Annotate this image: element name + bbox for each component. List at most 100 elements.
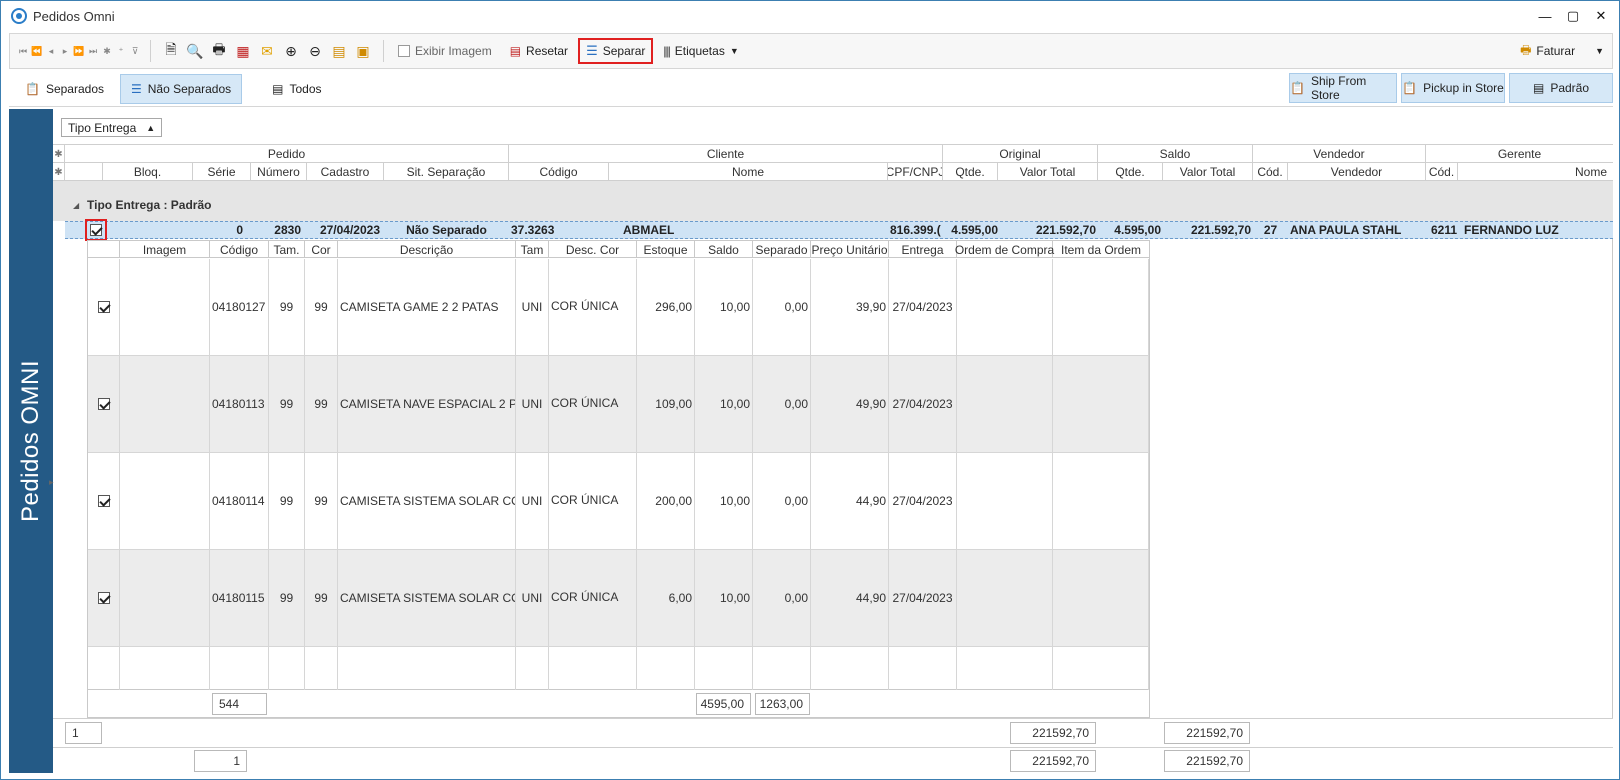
col-saldo-valor[interactable]: Valor Total — [1163, 163, 1253, 181]
tab-not-separated[interactable]: ☰ Não Separados — [120, 73, 243, 104]
col-serie[interactable]: Série — [193, 163, 251, 181]
item-saldo: 10,00 — [695, 453, 753, 549]
filter-toolbar: 📋 Separados ☰ Não Separados ▤ Todos 📋 Sh… — [9, 71, 1613, 107]
item-row-partial[interactable] — [88, 647, 1149, 691]
item-tam: 99 — [269, 550, 305, 646]
col-saldo-qtde[interactable]: Qtde. — [1098, 163, 1163, 181]
item-checkbox[interactable] — [88, 550, 120, 646]
edit-record-icon[interactable]: ⁺ — [114, 43, 128, 59]
items-header-row: Imagem Código Tam. Cor Descrição Tam Des… — [88, 241, 1150, 258]
show-image-toggle[interactable]: Exibir Imagem — [392, 38, 498, 64]
zoom-in-icon[interactable]: ⊕ — [280, 40, 302, 62]
item-preco: 44,90 — [811, 550, 889, 646]
items-col-entrega[interactable]: Entrega — [889, 241, 957, 258]
tab-all[interactable]: ▤ Todos — [262, 74, 331, 104]
col-sit-separacao[interactable]: Sit. Separação — [384, 163, 509, 181]
first-page-icon[interactable]: ⏮ — [16, 43, 30, 59]
item-cor: 99 — [305, 453, 338, 549]
email-icon[interactable]: ✉ — [256, 40, 278, 62]
item-row[interactable]: 04180113 99 99 CAMISETA NAVE ESPACIAL 2 … — [88, 356, 1149, 453]
items-col-preco[interactable]: Preço Unitário — [811, 241, 889, 258]
items-col-descricao[interactable]: Descrição — [338, 241, 516, 258]
items-col-imagem[interactable]: Imagem — [120, 241, 210, 258]
minimize-button[interactable]: — — [1531, 4, 1559, 28]
item-checkbox[interactable] — [88, 453, 120, 549]
order-select-checkbox[interactable] — [85, 219, 107, 241]
default-view-button[interactable]: ▤ Padrão — [1509, 73, 1613, 103]
labels-dropdown[interactable]: ||| Etiquetas ▼ — [657, 38, 744, 64]
col-vendedor-cod[interactable]: Cód. — [1253, 163, 1288, 181]
col-select[interactable] — [65, 163, 103, 181]
col-gerente-cod[interactable]: Cód. — [1426, 163, 1458, 181]
properties-icon[interactable]: 🗎 — [160, 40, 182, 62]
invoice-dropdown-icon[interactable]: ▼ — [1595, 46, 1604, 56]
next-page-icon[interactable]: ⏩ — [72, 43, 86, 59]
col-cliente-codigo[interactable]: Código — [509, 163, 609, 181]
export-icon[interactable]: ▦ — [232, 40, 254, 62]
items-col-saldo[interactable]: Saldo — [695, 241, 753, 258]
col-vendedor-nome[interactable]: Vendedor — [1288, 163, 1426, 181]
invoice-button[interactable]: 🖶 Faturar — [1514, 38, 1581, 64]
expand-panel-icon[interactable]: ▸ — [49, 477, 54, 488]
items-col-codigo[interactable]: Código — [210, 241, 269, 258]
collapse-group-icon[interactable]: ◢ — [73, 201, 79, 210]
col-numero[interactable]: Número — [251, 163, 307, 181]
items-summary-footer: 544 4595,00 1263,00 — [87, 690, 1150, 718]
item-checkbox[interactable] — [88, 356, 120, 452]
group-by-chip[interactable]: Tipo Entrega ▲ — [61, 118, 163, 137]
show-image-checkbox[interactable] — [398, 45, 410, 57]
col-original-valor[interactable]: Valor Total — [998, 163, 1098, 181]
filter-icon[interactable]: ⊽ — [128, 43, 142, 59]
items-col-tam2[interactable]: Tam — [516, 241, 549, 258]
items-col-separado[interactable]: Separado — [753, 241, 811, 258]
items-col-select[interactable] — [88, 241, 120, 258]
items-col-tam[interactable]: Tam. — [269, 241, 305, 258]
separate-button[interactable]: ☰ Separar — [578, 38, 654, 64]
items-col-desc-cor[interactable]: Desc. Cor — [549, 241, 637, 258]
item-estoque: 109,00 — [637, 356, 695, 452]
side-panel[interactable]: Pedidos OMNI — [9, 109, 53, 773]
next-record-icon[interactable]: ▸ — [58, 43, 72, 59]
items-col-ordem-compra[interactable]: Ordem de Compra — [955, 241, 1054, 258]
items-col-cor[interactable]: Cor — [305, 241, 338, 258]
items-col-item-ordem[interactable]: Item da Ordem — [1053, 241, 1150, 258]
item-separado[interactable]: 0,00 — [753, 550, 811, 646]
col-bloq[interactable]: Bloq. — [103, 163, 193, 181]
item-separado[interactable]: 0,00 — [753, 259, 811, 355]
tab-separated[interactable]: 📋 Separados — [15, 74, 114, 104]
item-separado[interactable]: 0,00 — [753, 356, 811, 452]
reset-button[interactable]: ▤ Resetar — [504, 38, 574, 64]
col-cpf-cnpj[interactable]: CPF/CNPJ — [888, 163, 943, 181]
item-separado[interactable]: 0,00 — [753, 453, 811, 549]
print-icon[interactable]: 🖶 — [208, 40, 230, 62]
col-gerente-nome[interactable]: Nome — [1458, 163, 1613, 181]
layout-icon[interactable]: ▤ — [328, 40, 350, 62]
pickup-in-store-button[interactable]: 📋 Pickup in Store — [1401, 73, 1505, 103]
item-checkbox[interactable] — [88, 259, 120, 355]
refresh-layout-icon[interactable]: ▣ — [352, 40, 374, 62]
maximize-button[interactable]: ▢ — [1559, 4, 1587, 28]
items-col-estoque[interactable]: Estoque — [637, 241, 695, 258]
order-row[interactable]: 0 2830 27/04/2023 Não Separado 37.3263 A… — [65, 219, 1613, 241]
col-cadastro[interactable]: Cadastro — [307, 163, 384, 181]
item-row[interactable]: 04180115 99 99 CAMISETA SISTEMA SOLAR CO… — [88, 550, 1149, 647]
group-original-valor-summary: 221592,70 — [1010, 722, 1096, 744]
order-serie: 0 — [236, 223, 243, 237]
ship-from-store-button[interactable]: 📋 Ship From Store — [1289, 73, 1397, 103]
group-row[interactable]: ◢ Tipo Entrega : Padrão — [53, 181, 1613, 221]
item-row[interactable]: 04180127 99 99 CAMISETA GAME 2 2 PATAS U… — [88, 259, 1149, 356]
item-entrega: 27/04/2023 — [889, 550, 957, 646]
prev-record-icon[interactable]: ◂ — [44, 43, 58, 59]
document-icon: ▤ — [272, 81, 284, 96]
col-original-qtde[interactable]: Qtde. — [943, 163, 998, 181]
insert-record-icon[interactable]: ✱ — [100, 43, 114, 59]
zoom-out-icon[interactable]: ⊖ — [304, 40, 326, 62]
item-preco: 39,90 — [811, 259, 889, 355]
item-estoque: 6,00 — [637, 550, 695, 646]
prev-page-icon[interactable]: ⏪ — [30, 43, 44, 59]
last-page-icon[interactable]: ⏭ — [86, 43, 100, 59]
col-cliente-nome[interactable]: Nome — [609, 163, 888, 181]
close-button[interactable]: ✕ — [1587, 4, 1615, 28]
print-preview-icon[interactable]: 🔍 — [184, 40, 206, 62]
item-row[interactable]: 04180114 99 99 CAMISETA SISTEMA SOLAR CO… — [88, 453, 1149, 550]
